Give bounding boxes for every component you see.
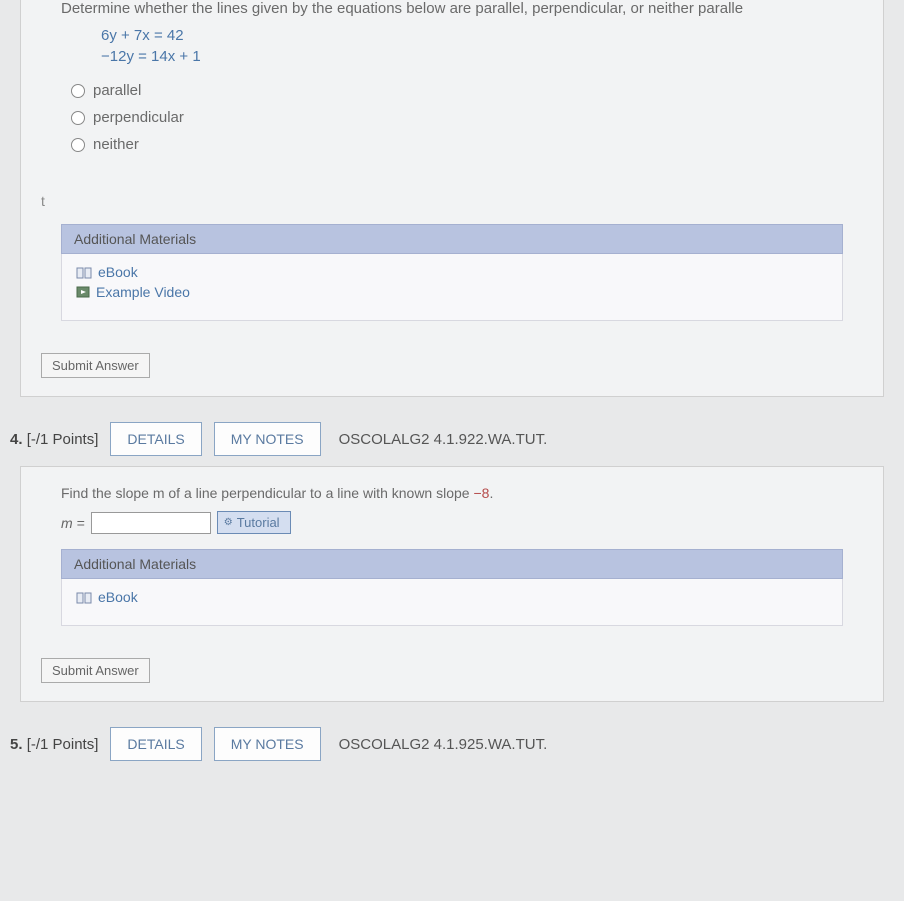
- t-marker: t: [41, 193, 843, 209]
- tutorial-icon: ⚙: [224, 517, 233, 528]
- points-text: [-/1 Points]: [27, 736, 99, 753]
- slope-input[interactable]: [91, 512, 211, 534]
- qnum-text: 5.: [10, 736, 23, 753]
- m-equals-label: m =: [61, 515, 85, 531]
- qnum-text: 4.: [10, 431, 23, 448]
- additional-materials-header: Additional Materials: [61, 224, 843, 254]
- tutorial-button[interactable]: ⚙ Tutorial: [217, 511, 291, 534]
- radio-option-perpendicular[interactable]: perpendicular: [71, 109, 843, 126]
- question-source: OSCOLALG2 4.1.925.WA.TUT.: [339, 736, 548, 753]
- question-prompt: Determine whether the lines given by the…: [61, 0, 843, 17]
- additional-materials-header: Additional Materials: [61, 549, 843, 579]
- ebook-label: eBook: [98, 264, 138, 280]
- ebook-link[interactable]: eBook: [76, 589, 828, 605]
- book-icon: [76, 591, 92, 603]
- question-number: 4. [-/1 Points]: [10, 431, 98, 448]
- video-icon: [76, 285, 90, 299]
- eq1-lhs: 6y + 7x: [101, 27, 150, 44]
- option-label: parallel: [93, 82, 141, 99]
- ebook-link[interactable]: eBook: [76, 264, 828, 280]
- points-text: [-/1 Points]: [27, 431, 99, 448]
- prompt-pre: Find the slope m of a line perpendicular…: [61, 485, 473, 501]
- eq2-lhs: −12y: [101, 48, 134, 65]
- eq2-rhs: = 14x + 1: [138, 48, 201, 65]
- book-icon: [76, 266, 92, 278]
- details-button[interactable]: DETAILS: [110, 422, 201, 456]
- video-label: Example Video: [96, 284, 190, 300]
- radio-icon: [71, 111, 85, 125]
- example-video-link[interactable]: Example Video: [76, 284, 828, 300]
- my-notes-button[interactable]: MY NOTES: [214, 422, 321, 456]
- prompt-post: .: [489, 485, 493, 501]
- tutorial-label: Tutorial: [237, 515, 280, 530]
- radio-option-parallel[interactable]: parallel: [71, 82, 843, 99]
- option-label: perpendicular: [93, 109, 184, 126]
- known-slope-value: −8: [473, 485, 489, 501]
- radio-icon: [71, 138, 85, 152]
- radio-option-neither[interactable]: neither: [71, 136, 843, 153]
- submit-answer-button[interactable]: Submit Answer: [41, 658, 150, 683]
- eq1-rhs: = 42: [154, 27, 184, 44]
- question-prompt: Find the slope m of a line perpendicular…: [61, 485, 843, 501]
- details-button[interactable]: DETAILS: [110, 727, 201, 761]
- question-source: OSCOLALG2 4.1.922.WA.TUT.: [339, 431, 548, 448]
- equation-block: 6y + 7x = 42 −12y = 14x + 1: [101, 25, 843, 67]
- option-label: neither: [93, 136, 139, 153]
- submit-answer-button[interactable]: Submit Answer: [41, 353, 150, 378]
- my-notes-button[interactable]: MY NOTES: [214, 727, 321, 761]
- ebook-label: eBook: [98, 589, 138, 605]
- question-number: 5. [-/1 Points]: [10, 736, 98, 753]
- radio-icon: [71, 84, 85, 98]
